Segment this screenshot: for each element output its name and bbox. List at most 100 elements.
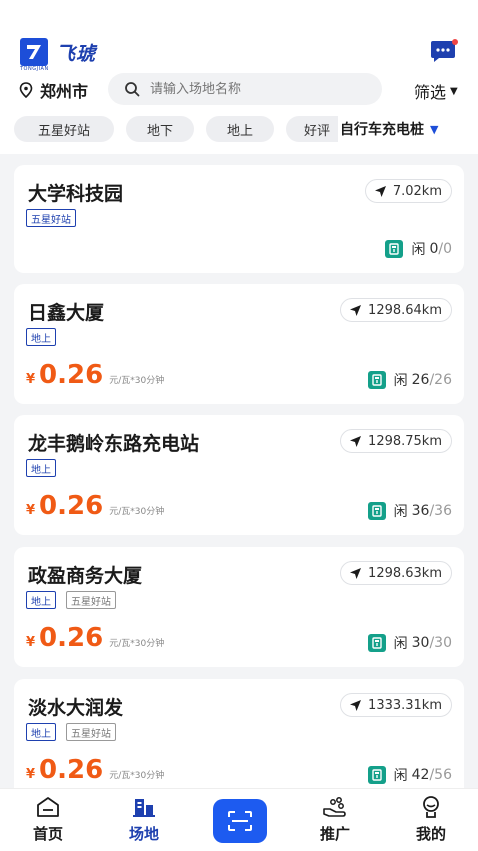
free-count: 0 [429,241,439,257]
station-tag: 地上 [26,591,56,609]
total-count: 56 [434,767,452,783]
station-tags: 地上 [26,328,66,346]
message-button[interactable] [430,39,458,63]
station-card[interactable]: 日鑫大厦 1298.64km 地上 ¥ 0.26 元/瓦*30分钟 闲 26/2… [14,284,464,404]
distance-badge: 1298.75km [340,429,452,453]
filter-triangle-icon: ▼ [450,85,458,97]
search-input[interactable] [148,80,372,98]
station-card[interactable]: 龙丰鹅岭东路充电站 1298.75km 地上 ¥ 0.26 元/瓦*30分钟 闲… [14,415,464,535]
logo-mark-icon [20,38,48,66]
city-selector[interactable]: 郑州市 [18,78,88,102]
charger-plug-icon [367,634,386,652]
station-tags: 地上 [26,459,66,477]
navigation-arrow-icon [350,699,362,711]
station-card[interactable]: 淡水大润发 1333.31km 地上 五星好站 ¥ 0.26 元/瓦*30分钟 … [14,679,464,799]
status-label: 闲 [393,636,408,652]
distance-value: 1333.31km [368,697,442,713]
currency-symbol: ¥ [26,635,36,650]
tab-mine[interactable]: 我的 [396,795,466,844]
price-value: 0.26 [39,623,104,653]
station-name: 大学科技园 [28,183,124,205]
price-unit: 元/瓦*30分钟 [109,771,165,781]
total-count: 0 [443,241,452,257]
currency-symbol: ¥ [26,767,36,782]
home-icon [37,797,59,817]
price-value: 0.26 [39,491,104,521]
total-count: 26 [434,372,452,388]
app-logo: 飞琥 [20,38,96,66]
navigation-arrow-icon [374,185,386,197]
city-label: 郑州市 [40,82,89,101]
price-unit: 元/瓦*30分钟 [109,639,165,649]
free-count: 30 [411,635,430,651]
distance-value: 1298.63km [368,565,442,581]
free-count: 36 [411,503,430,519]
tab-venue[interactable]: 场地 [109,795,179,844]
navigation-arrow-icon [350,435,362,447]
charger-plug-icon [367,502,386,520]
bike-charger-dropdown[interactable]: 自行车充电桩 ▼ [338,116,439,142]
free-count: 42 [411,767,430,783]
availability-status: 闲 0/0 [385,239,452,259]
distance-badge: 1298.63km [340,561,452,585]
dropdown-triangle-icon: ▼ [430,122,439,136]
charger-plug-icon [367,371,386,389]
station-tags: 五星好站 [26,209,86,227]
distance-badge: 1298.64km [340,298,452,322]
distance-value: 1298.64km [368,302,442,318]
status-label: 闲 [393,768,408,784]
chip-aboveground[interactable]: 地上 [206,116,274,142]
search-icon [125,82,140,97]
location-pin-icon [19,82,33,98]
station-tags: 地上 五星好站 [26,723,126,741]
venue-building-icon [133,799,155,817]
station-tag: 地上 [26,328,56,346]
filter-label: 筛选 [414,83,447,102]
logo-text: 飞琥 [56,42,97,65]
tab-promote[interactable]: 推广 [300,795,370,844]
price-unit: 元/瓦*30分钟 [109,507,165,517]
search-bar[interactable] [108,73,382,105]
availability-status: 闲 36/36 [367,501,452,521]
station-name: 龙丰鹅岭东路充电站 [28,433,200,455]
message-icon [431,39,458,62]
filter-button[interactable]: 筛选 ▼ [414,79,458,103]
price: ¥ 0.26 元/瓦*30分钟 [26,491,164,521]
status-label: 闲 [393,504,408,520]
top-bar: 飞琥 TONGJIAN 郑州市 筛选 ▼ 五星好站 地下 地上 好评 自行车充电 [0,0,478,154]
price: ¥ 0.26 元/瓦*30分钟 [26,360,164,390]
chip-underground[interactable]: 地下 [126,116,194,142]
bike-charger-label: 自行车充电桩 [340,122,424,138]
chip-five-star[interactable]: 五星好站 [14,116,114,142]
price-value: 0.26 [39,360,104,390]
tab-home-label: 首页 [32,825,63,843]
currency-symbol: ¥ [26,503,36,518]
station-tag: 五星好站 [66,723,116,741]
status-label: 闲 [393,373,408,389]
price: ¥ 0.26 元/瓦*30分钟 [26,755,164,785]
navigation-arrow-icon [350,304,362,316]
availability-status: 闲 42/56 [367,765,452,785]
price-value: 0.26 [39,755,104,785]
distance-value: 1298.75km [368,433,442,449]
scan-icon [228,811,252,831]
currency-symbol: ¥ [26,372,36,387]
filter-chips: 五星好站 地下 地上 好评 自行车充电桩 ▼ [14,116,478,142]
availability-status: 闲 26/26 [367,370,452,390]
station-card[interactable]: 政盈商务大厦 1298.63km 地上 五星好站 ¥ 0.26 元/瓦*30分钟… [14,547,464,667]
scan-button[interactable] [213,799,267,843]
price: ¥ 0.26 元/瓦*30分钟 [26,623,164,653]
total-count: 30 [434,635,452,651]
station-tag: 地上 [26,723,56,741]
distance-badge: 7.02km [364,179,452,203]
station-name: 淡水大润发 [28,697,124,719]
total-count: 36 [434,503,452,519]
navigation-arrow-icon [350,567,362,579]
tab-home[interactable]: 首页 [13,795,83,844]
distance-value: 7.02km [392,183,442,199]
station-card[interactable]: 大学科技园 7.02km 五星好站 闲 0/0 [14,165,464,273]
logo-subtext: TONGJIAN [20,66,49,72]
station-name: 政盈商务大厦 [28,565,143,587]
station-name: 日鑫大厦 [28,302,105,324]
tab-venue-label: 场地 [128,825,159,843]
